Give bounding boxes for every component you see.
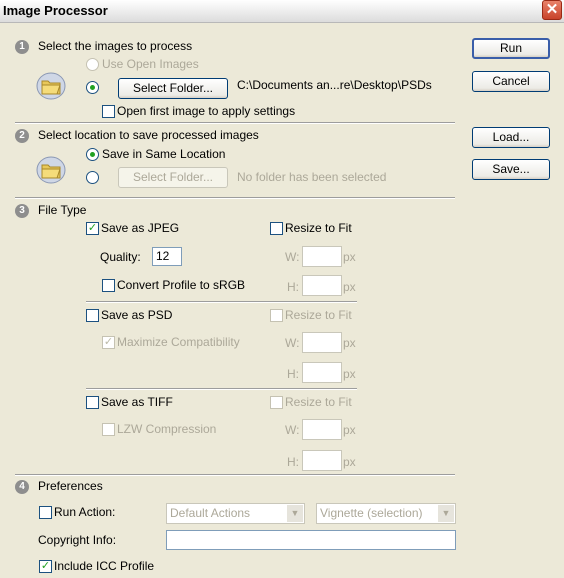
check-icon: ✓ bbox=[40, 560, 51, 572]
load-button[interactable]: Load... bbox=[472, 127, 550, 148]
chevron-down-icon: ▼ bbox=[438, 505, 454, 522]
jpeg-resize-label: Resize to Fit bbox=[285, 221, 352, 235]
action-select[interactable]: Vignette (selection) ▼ bbox=[316, 503, 456, 524]
divider bbox=[86, 301, 357, 303]
save-same-location-label: Save in Same Location bbox=[102, 147, 226, 161]
step-2-badge: 2 bbox=[15, 129, 29, 143]
jpeg-height-unit: px bbox=[343, 280, 356, 294]
maximize-compat-checkbox[interactable]: ✓ bbox=[102, 336, 115, 349]
tiff-width-label: W: bbox=[285, 423, 300, 437]
jpeg-height-input[interactable] bbox=[302, 275, 342, 296]
divider bbox=[15, 122, 455, 124]
dest-select-folder-button[interactable]: Select Folder... bbox=[118, 167, 228, 188]
quality-label: Quality: bbox=[100, 250, 141, 264]
dest-folder-radio[interactable] bbox=[86, 171, 99, 184]
tiff-height-unit: px bbox=[343, 455, 356, 469]
save-jpeg-label: Save as JPEG bbox=[101, 221, 180, 235]
quality-input[interactable]: 12 bbox=[152, 247, 182, 266]
action-set-value: Default Actions bbox=[170, 506, 251, 520]
save-tiff-checkbox[interactable] bbox=[86, 396, 99, 409]
save-jpeg-checkbox[interactable]: ✓ bbox=[86, 222, 99, 235]
lzw-compression-checkbox[interactable] bbox=[102, 423, 115, 436]
folder-icon bbox=[36, 156, 66, 184]
window-title: Image Processor bbox=[3, 3, 108, 18]
run-button[interactable]: Run bbox=[472, 38, 550, 59]
step-3-badge: 3 bbox=[15, 204, 29, 218]
psd-height-label: H: bbox=[287, 367, 299, 381]
convert-srgb-label: Convert Profile to sRGB bbox=[117, 278, 246, 292]
close-button[interactable]: ✕ bbox=[542, 0, 562, 20]
include-icc-checkbox[interactable]: ✓ bbox=[39, 560, 52, 573]
select-folder-button[interactable]: Select Folder... bbox=[118, 78, 228, 99]
psd-width-unit: px bbox=[343, 336, 356, 350]
save-same-location-radio[interactable] bbox=[86, 148, 99, 161]
psd-resize-checkbox[interactable] bbox=[270, 309, 283, 322]
psd-height-input[interactable] bbox=[302, 362, 342, 383]
tiff-height-input[interactable] bbox=[302, 450, 342, 471]
run-action-label: Run Action: bbox=[54, 505, 116, 519]
tiff-resize-label: Resize to Fit bbox=[285, 395, 352, 409]
save-psd-label: Save as PSD bbox=[101, 308, 173, 322]
section2-title: Select location to save processed images bbox=[38, 128, 259, 142]
action-value: Vignette (selection) bbox=[320, 506, 423, 520]
section3-title: File Type bbox=[38, 203, 87, 217]
step-1-badge: 1 bbox=[15, 40, 29, 54]
cancel-button[interactable]: Cancel bbox=[472, 71, 550, 92]
select-folder-radio[interactable] bbox=[86, 81, 99, 94]
dest-folder-status: No folder has been selected bbox=[237, 170, 387, 184]
divider bbox=[15, 474, 455, 476]
title-bar: Image Processor ✕ bbox=[0, 0, 564, 23]
tiff-width-unit: px bbox=[343, 423, 356, 437]
use-open-images-label: Use Open Images bbox=[102, 57, 199, 71]
save-button[interactable]: Save... bbox=[472, 159, 550, 180]
psd-width-input[interactable] bbox=[302, 332, 342, 353]
psd-height-unit: px bbox=[343, 367, 356, 381]
action-set-select[interactable]: Default Actions ▼ bbox=[166, 503, 305, 524]
divider bbox=[86, 388, 357, 390]
divider bbox=[15, 197, 455, 199]
jpeg-width-label: W: bbox=[285, 250, 300, 264]
copyright-label: Copyright Info: bbox=[38, 533, 117, 547]
lzw-compression-label: LZW Compression bbox=[117, 422, 217, 436]
copyright-input[interactable] bbox=[166, 530, 456, 550]
include-icc-label: Include ICC Profile bbox=[54, 559, 155, 573]
section1-title: Select the images to process bbox=[38, 39, 193, 53]
maximize-compat-label: Maximize Compatibility bbox=[117, 335, 240, 349]
section4-title: Preferences bbox=[38, 479, 103, 493]
convert-srgb-checkbox[interactable] bbox=[102, 279, 115, 292]
check-icon: ✓ bbox=[103, 336, 114, 348]
jpeg-width-unit: px bbox=[343, 250, 356, 264]
close-icon: ✕ bbox=[545, 1, 559, 18]
jpeg-width-input[interactable] bbox=[302, 246, 342, 267]
jpeg-resize-checkbox[interactable] bbox=[270, 222, 283, 235]
tiff-height-label: H: bbox=[287, 455, 299, 469]
save-psd-checkbox[interactable] bbox=[86, 309, 99, 322]
chevron-down-icon: ▼ bbox=[287, 505, 303, 522]
step-4-badge: 4 bbox=[15, 480, 29, 494]
tiff-width-input[interactable] bbox=[302, 419, 342, 440]
open-first-image-checkbox[interactable] bbox=[102, 105, 115, 118]
save-tiff-label: Save as TIFF bbox=[101, 395, 173, 409]
check-icon: ✓ bbox=[87, 222, 98, 234]
use-open-images-radio[interactable] bbox=[86, 58, 99, 71]
folder-icon bbox=[36, 72, 66, 100]
tiff-resize-checkbox[interactable] bbox=[270, 396, 283, 409]
jpeg-height-label: H: bbox=[287, 280, 299, 294]
open-first-image-label: Open first image to apply settings bbox=[117, 104, 296, 118]
run-action-checkbox[interactable] bbox=[39, 506, 52, 519]
source-folder-path: C:\Documents an...re\Desktop\PSDs bbox=[237, 78, 432, 92]
psd-resize-label: Resize to Fit bbox=[285, 308, 352, 322]
psd-width-label: W: bbox=[285, 336, 300, 350]
